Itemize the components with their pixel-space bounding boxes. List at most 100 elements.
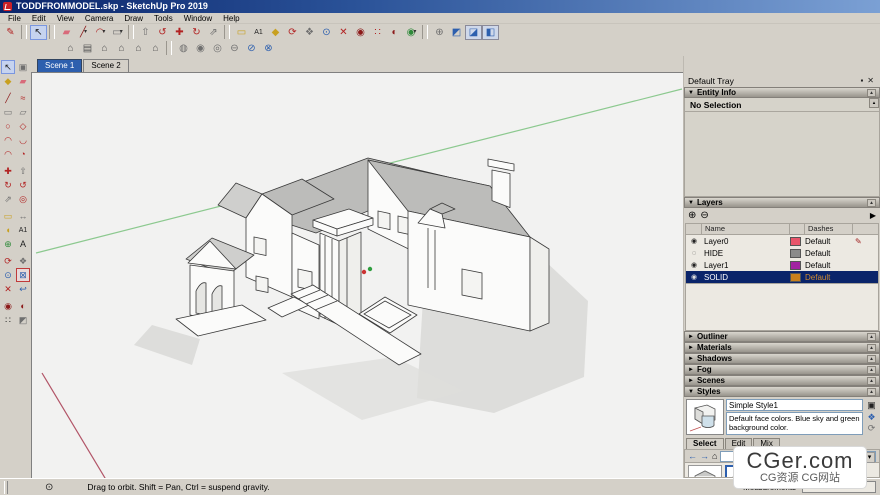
rail-zoom-extents-button[interactable]: ✕ — [1, 282, 15, 296]
section-scroll-button[interactable]: ▴ — [867, 199, 876, 207]
menu-help[interactable]: Help — [218, 13, 244, 24]
tape-measure-button[interactable]: ▭ — [233, 25, 250, 40]
eye-icon[interactable]: ◉ — [686, 261, 702, 269]
styles-header[interactable]: ▼ Styles ▴ — [684, 386, 880, 397]
outliner-header[interactable]: ► Outliner ▴ — [684, 331, 880, 342]
scene-tab-2[interactable]: Scene 2 — [83, 59, 128, 72]
menu-edit[interactable]: Edit — [27, 13, 51, 24]
pin-icon[interactable]: ▪ — [858, 76, 865, 85]
rail-protractor-button[interactable]: ◖ — [1, 223, 15, 237]
shapes-tool-button[interactable]: ▭▾ — [109, 25, 126, 40]
menu-file[interactable]: File — [3, 13, 26, 24]
scene-tab-1[interactable]: Scene 1 — [37, 59, 82, 72]
rail-zoom-previous-button[interactable]: ↩ — [16, 282, 30, 296]
trim-button[interactable]: ⊘ — [243, 41, 260, 56]
rail-arc-button[interactable]: ◠ — [1, 133, 15, 147]
rail-position-camera-button[interactable]: ◉ — [1, 299, 15, 313]
rail-select-button[interactable]: ↖ — [1, 60, 15, 74]
layer-color-swatch[interactable] — [790, 237, 801, 246]
close-icon[interactable]: ✕ — [865, 76, 876, 85]
rail-scale-button[interactable]: ⇗ — [1, 192, 15, 206]
rail-three-point-arc-button[interactable]: ◠ — [1, 147, 15, 161]
layers-header[interactable]: ▼ Layers ▴ — [684, 197, 880, 208]
layer-dashes[interactable]: Default — [805, 237, 855, 246]
rail-move-button[interactable]: ✚ — [1, 164, 15, 178]
model-info-button[interactable]: ◉▾ — [403, 25, 420, 40]
fog-header[interactable]: ► Fog ▴ — [684, 364, 880, 375]
back-icon[interactable]: ← — [688, 451, 697, 461]
left-view-button[interactable]: ⌂ — [147, 41, 164, 56]
section-fills-button[interactable]: ◧ — [482, 25, 499, 40]
tab-select[interactable]: Select — [686, 438, 724, 449]
iso-view-button[interactable]: ⌂ — [62, 41, 79, 56]
home-icon[interactable]: ⌂ — [712, 451, 717, 461]
section-scroll-button[interactable]: ▴ — [867, 377, 876, 385]
column-dashes[interactable]: Dashes — [805, 224, 853, 234]
layer-dashes[interactable]: Default — [805, 273, 855, 282]
layer-dashes[interactable]: Default — [805, 261, 855, 270]
style-name-field[interactable]: Simple Style1 — [726, 399, 863, 411]
rail-polygon-button[interactable]: ◇ — [16, 119, 30, 133]
scale-tool-button[interactable]: ⇗ — [205, 25, 222, 40]
section-scroll-button[interactable]: ▴ — [867, 366, 876, 374]
move-tool-button[interactable]: ✚ — [171, 25, 188, 40]
rail-push-pull-button[interactable]: ⇧ — [16, 164, 30, 178]
section-scroll-button[interactable]: ▴ — [867, 355, 876, 363]
zoom-extents-button[interactable]: ✕ — [335, 25, 352, 40]
layer-details-button[interactable]: ▶ — [870, 211, 876, 220]
add-layer-button[interactable]: ⊕ — [688, 210, 696, 221]
scenes-header[interactable]: ► Scenes ▴ — [684, 375, 880, 386]
front-view-button[interactable]: ⌂ — [96, 41, 113, 56]
rail-rotate-button[interactable]: ↻ — [1, 178, 15, 192]
layer-row-hide[interactable]: ◌ HIDE Default — [686, 247, 878, 259]
split-button[interactable]: ⊗ — [260, 41, 277, 56]
zoom-tool-button[interactable]: ⊙ — [318, 25, 335, 40]
orbit-tool-button[interactable]: ⟳ — [284, 25, 301, 40]
text-tool-button[interactable]: A1 — [250, 25, 267, 40]
rail-look-around-button[interactable]: ◐ — [16, 299, 30, 313]
position-camera-button[interactable]: ◉ — [352, 25, 369, 40]
rail-orbit-button[interactable]: ⟳ — [1, 254, 15, 268]
edit-style-button[interactable]: ✎ — [2, 25, 19, 40]
rail-offset-button[interactable]: ◎ — [16, 192, 30, 206]
look-around-button[interactable]: ◐ — [386, 25, 403, 40]
menu-view[interactable]: View — [52, 13, 79, 24]
union-button[interactable]: ◎ — [209, 41, 226, 56]
layer-dashes[interactable]: Default — [805, 249, 855, 258]
paint-style-icon[interactable]: ❖ — [867, 412, 875, 423]
rail-paint-button[interactable]: ◆ — [1, 74, 15, 88]
eye-off-icon[interactable]: ◌ — [686, 250, 702, 257]
rail-follow-me-button[interactable]: ↺ — [16, 178, 30, 192]
arc-tool-button[interactable]: ◠▾ — [92, 25, 109, 40]
layer-color-swatch[interactable] — [790, 249, 801, 258]
remove-layer-button[interactable]: ⊖ — [700, 210, 708, 221]
eye-icon[interactable]: ◉ — [686, 273, 702, 281]
rail-text-button[interactable]: A1 — [16, 223, 30, 237]
layer-row-solid[interactable]: ◉ SOLID Default — [686, 271, 878, 283]
materials-header[interactable]: ► Materials ▴ — [684, 342, 880, 353]
rail-zoom-button[interactable]: ⊙ — [1, 268, 15, 282]
rail-section-plane-button[interactable]: ◩ — [16, 313, 30, 327]
section-scroll-button[interactable]: ▴ — [867, 89, 876, 97]
section-scroll-button[interactable]: ▴ — [867, 333, 876, 341]
section-scroll-button[interactable]: ▴ — [867, 344, 876, 352]
section-scroll-button[interactable]: ▴ — [867, 388, 876, 396]
intersect-button[interactable]: ◉ — [192, 41, 209, 56]
entity-info-header[interactable]: ▼ Entity Info ▴ — [684, 87, 880, 98]
rail-line-button[interactable]: ╱ — [1, 91, 15, 105]
pan-tool-button[interactable]: ❖ — [301, 25, 318, 40]
rail-walk-button[interactable]: ∷ — [1, 313, 15, 327]
rail-tape-measure-button[interactable]: ▭ — [1, 209, 15, 223]
rail-make-component-button[interactable]: ▣ — [16, 60, 30, 74]
push-pull-tool-button[interactable]: ⇧ — [137, 25, 154, 40]
geolocation-icon[interactable]: ⊙ — [45, 482, 53, 493]
section-cuts-button[interactable]: ◪ — [465, 25, 482, 40]
menu-tools[interactable]: Tools — [149, 13, 178, 24]
layer-row-layer0[interactable]: ◉ Layer0 Default ✎ — [686, 235, 878, 247]
rail-freehand-button[interactable]: ≈ — [16, 91, 30, 105]
rail-zoom-window-button[interactable]: ⊠ — [16, 268, 30, 282]
eye-icon[interactable]: ◉ — [686, 237, 702, 245]
outer-shell-button[interactable]: ◍ — [175, 41, 192, 56]
secondary-pane-icon[interactable]: ▣ — [867, 400, 876, 411]
menu-camera[interactable]: Camera — [80, 13, 118, 24]
